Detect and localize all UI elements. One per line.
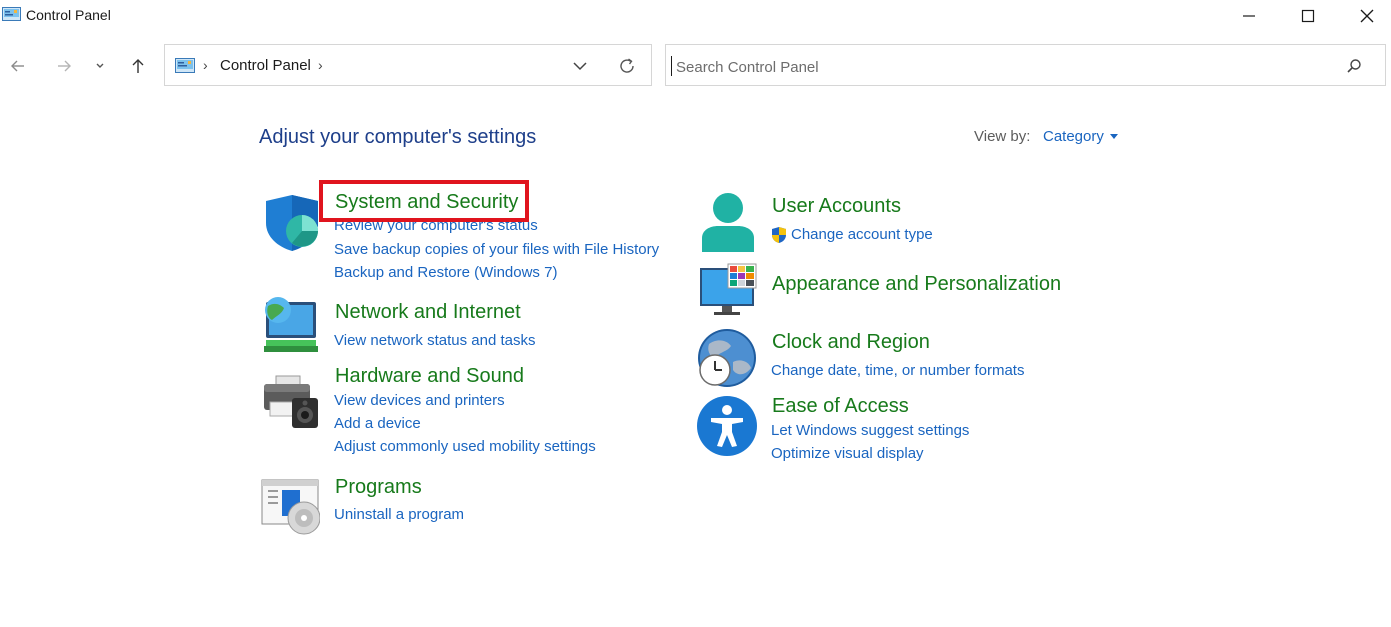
control-panel-app-icon xyxy=(2,7,21,21)
address-dropdown-icon[interactable] xyxy=(570,57,590,75)
user-icon[interactable] xyxy=(698,192,758,252)
view-by-label: View by: xyxy=(974,128,1031,145)
uninstall-program-link[interactable]: Uninstall a program xyxy=(334,506,464,523)
title-bar: Control Panel xyxy=(0,0,1391,32)
minimize-button[interactable] xyxy=(1226,0,1272,32)
chevron-down-icon xyxy=(96,63,104,68)
minimize-icon xyxy=(1243,15,1255,17)
category-programs[interactable]: Programs xyxy=(335,476,422,499)
windows-suggest-settings-link[interactable]: Let Windows suggest settings xyxy=(771,422,969,439)
review-status-link[interactable]: Review your computer's status xyxy=(334,221,538,235)
close-button[interactable] xyxy=(1344,0,1390,32)
search-box[interactable] xyxy=(665,44,1386,86)
breadcrumb-separator-icon[interactable]: › xyxy=(318,57,323,73)
mobility-settings-link[interactable]: Adjust commonly used mobility settings xyxy=(334,438,596,455)
recent-locations-button[interactable] xyxy=(88,54,112,78)
shield-icon[interactable] xyxy=(262,193,322,253)
network-status-link[interactable]: View network status and tasks xyxy=(334,332,536,349)
search-icon[interactable] xyxy=(1346,58,1362,74)
category-network-and-internet[interactable]: Network and Internet xyxy=(335,301,521,324)
change-account-type-link[interactable]: Change account type xyxy=(791,226,933,243)
date-time-formats-link[interactable]: Change date, time, or number formats xyxy=(771,362,1024,379)
add-device-link[interactable]: Add a device xyxy=(334,415,421,432)
programs-disc-icon[interactable] xyxy=(260,476,320,536)
maximize-icon xyxy=(1301,9,1315,23)
category-user-accounts[interactable]: User Accounts xyxy=(772,195,901,218)
page-title: Adjust your computer's settings xyxy=(259,126,537,148)
close-icon xyxy=(1360,9,1374,23)
category-hardware-and-sound[interactable]: Hardware and Sound xyxy=(335,365,524,388)
text-caret xyxy=(671,56,672,76)
backup-restore-link[interactable]: Backup and Restore (Windows 7) xyxy=(334,264,557,281)
file-history-link[interactable]: Save backup copies of your files with Fi… xyxy=(334,241,659,258)
view-by-dropdown[interactable]: Category xyxy=(1043,128,1104,145)
caret-down-icon[interactable] xyxy=(1110,134,1118,139)
refresh-icon[interactable] xyxy=(618,57,638,75)
forward-button[interactable] xyxy=(50,54,78,78)
up-arrow-icon xyxy=(132,59,144,73)
network-globe-icon[interactable] xyxy=(260,296,320,356)
back-arrow-icon xyxy=(11,60,24,72)
search-input[interactable] xyxy=(674,53,1338,81)
window-title: Control Panel xyxy=(26,7,111,23)
forward-arrow-icon xyxy=(58,60,71,72)
breadcrumb-control-panel[interactable]: Control Panel xyxy=(220,57,311,74)
monitor-palette-icon[interactable] xyxy=(698,262,758,322)
accessibility-icon[interactable] xyxy=(697,396,757,456)
globe-clock-icon[interactable] xyxy=(697,328,757,388)
back-button[interactable] xyxy=(4,54,32,78)
category-clock-and-region[interactable]: Clock and Region xyxy=(772,331,930,354)
category-appearance-and-personalization[interactable]: Appearance and Personalization xyxy=(772,273,1061,296)
devices-printers-link[interactable]: View devices and printers xyxy=(334,392,505,409)
address-bar[interactable]: › Control Panel › xyxy=(164,44,652,86)
breadcrumb-separator-icon[interactable]: › xyxy=(203,57,208,73)
category-ease-of-access[interactable]: Ease of Access xyxy=(772,395,909,418)
up-button[interactable] xyxy=(124,54,152,78)
control-panel-icon xyxy=(175,58,195,73)
printer-speaker-icon[interactable] xyxy=(260,372,320,432)
maximize-button[interactable] xyxy=(1285,0,1331,32)
uac-shield-icon xyxy=(772,227,786,243)
optimize-visual-display-link[interactable]: Optimize visual display xyxy=(771,445,924,462)
highlight-annotation-box xyxy=(319,180,529,222)
